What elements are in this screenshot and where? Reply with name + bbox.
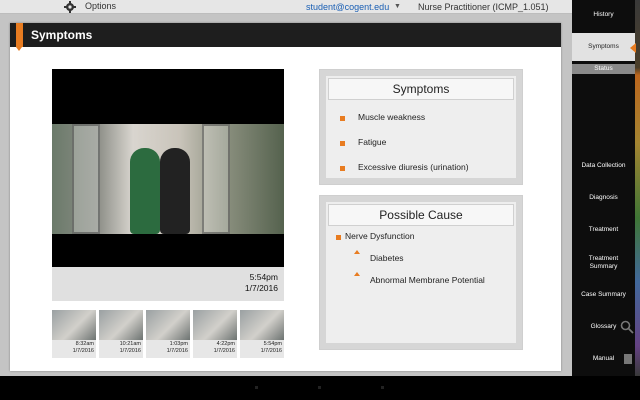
page-title: Symptoms <box>31 28 93 42</box>
bullet-icon <box>340 166 345 171</box>
sidebar-item-treatment-summary[interactable]: Treatment Summary <box>572 255 635 271</box>
symptoms-card: Symptoms 5:54pm 1/7/2016 8:32am 1/7/2016… <box>10 23 561 371</box>
thumbnail[interactable]: 4:22pm 1/7/2016 <box>193 310 237 358</box>
card-header: Symptoms <box>10 23 561 51</box>
sidebar-item-diagnosis[interactable]: Diagnosis <box>572 194 635 202</box>
thumbnail[interactable]: 1:03pm 1/7/2016 <box>146 310 190 358</box>
sidebar-item-treatment[interactable]: Treatment <box>572 226 635 234</box>
sidebar-nav: History Symptoms Status Data Collection … <box>572 0 640 376</box>
symptom-item: Excessive diuresis (urination) <box>358 162 469 172</box>
symptoms-panel: Symptoms Muscle weakness Fatigue Excessi… <box>319 69 523 185</box>
video-player[interactable] <box>52 69 284 267</box>
symptom-item: Fatigue <box>358 137 387 147</box>
companion-figure <box>160 148 190 234</box>
sidebar-item-symptoms[interactable]: Symptoms <box>572 43 635 51</box>
sidebar-item-history[interactable]: History <box>572 11 635 19</box>
content-stage: Symptoms 5:54pm 1/7/2016 8:32am 1/7/2016… <box>0 14 572 376</box>
thumbnail[interactable]: 5:54pm 1/7/2016 <box>240 310 284 358</box>
sidebar-item-status[interactable]: Status <box>572 65 635 73</box>
video-timestamp: 5:54pm 1/7/2016 <box>52 267 284 301</box>
sub-bullet-icon <box>354 250 360 254</box>
symptom-item: Muscle weakness <box>358 112 426 122</box>
video-frame <box>52 124 284 234</box>
possible-cause-panel: Possible Cause Nerve Dysfunction Diabete… <box>319 195 523 350</box>
progress-strip <box>635 0 640 376</box>
header-accent <box>16 23 23 47</box>
sidebar-item-data-collection[interactable]: Data Collection <box>572 162 635 170</box>
course-title: Nurse Practitioner (ICMP_1.051) <box>418 2 549 12</box>
sidebar-item-case-summary[interactable]: Case Summary <box>572 291 635 299</box>
user-email-link[interactable]: student@cogent.edu <box>306 2 389 12</box>
book-icon[interactable] <box>624 354 632 364</box>
thumbnail[interactable]: 10:21am 1/7/2016 <box>99 310 143 358</box>
video-time: 5:54pm <box>249 272 278 282</box>
cause-sub-item: Diabetes <box>370 253 404 263</box>
possible-cause-title: Possible Cause <box>328 204 514 226</box>
bottom-bar <box>0 376 640 400</box>
bullet-icon <box>340 141 345 146</box>
gear-icon[interactable] <box>64 1 76 13</box>
cause-sub-item: Abnormal Membrane Potential <box>370 275 485 285</box>
search-icon[interactable] <box>620 320 634 334</box>
symptoms-panel-title: Symptoms <box>328 78 514 100</box>
sub-bullet-icon <box>354 272 360 276</box>
cause-item: Nerve Dysfunction <box>345 231 415 241</box>
bullet-icon <box>340 116 345 121</box>
video-thumbnails: 8:32am 1/7/2016 10:21am 1/7/2016 1:03pm … <box>52 310 284 358</box>
top-bar: Options student@cogent.edu ▼ Nurse Pract… <box>0 0 572 14</box>
bullet-icon <box>336 235 341 240</box>
chevron-down-icon[interactable]: ▼ <box>394 3 401 10</box>
thumbnail[interactable]: 8:32am 1/7/2016 <box>52 310 96 358</box>
video-date: 1/7/2016 <box>244 283 278 293</box>
options-menu[interactable]: Options <box>85 1 116 11</box>
patient-figure <box>130 148 160 234</box>
